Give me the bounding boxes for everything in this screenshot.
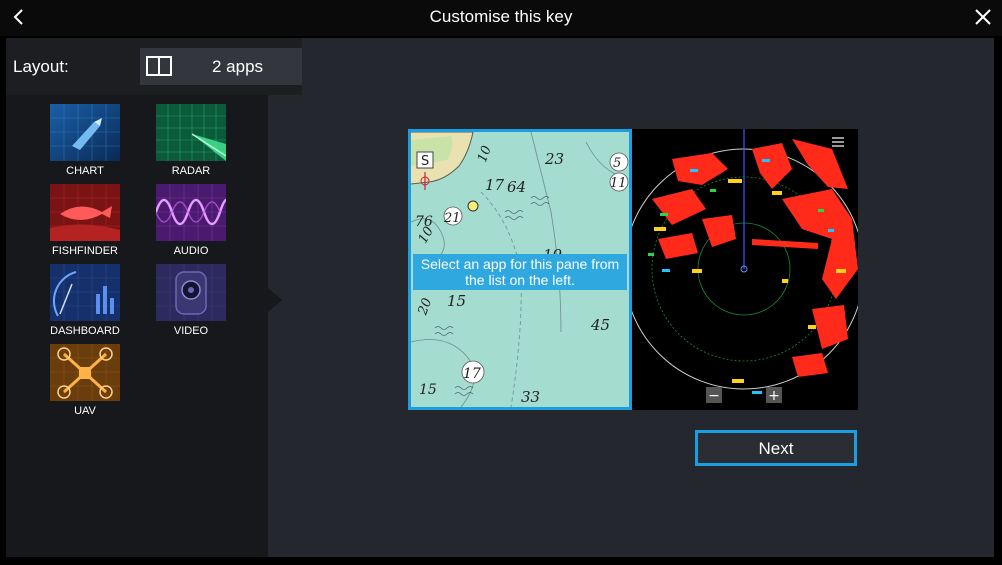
next-label: Next <box>758 439 794 458</box>
app-tile-uav[interactable]: UAV <box>47 344 123 422</box>
layout-row: Layout: 2 apps <box>6 38 302 95</box>
chart-depth: 21 <box>443 211 461 226</box>
audio-app-icon <box>156 184 226 241</box>
page-title: Customise this key <box>429 7 573 26</box>
radar-zoom-out-label: − <box>708 388 720 404</box>
apps-panel: CHART RADAR FISHFINDER AUDIO DASHBOARD V… <box>6 95 268 557</box>
app-tile-chart[interactable]: CHART <box>47 104 123 182</box>
chart-depth: 5 <box>613 156 621 171</box>
app-tile-radar[interactable]: RADAR <box>153 104 229 182</box>
app-label-uav: UAV <box>74 405 96 417</box>
preview-pane-right[interactable]: − + <box>632 129 858 410</box>
chart-depth: 17 <box>463 366 481 382</box>
layout-picker[interactable]: 2 apps <box>140 48 302 85</box>
radar-preview-image: − + <box>632 129 858 410</box>
pane-hint: Select an app for this pane from the lis… <box>420 256 620 288</box>
app-label-video: VIDEO <box>173 325 209 337</box>
radar-app-icon <box>156 104 226 161</box>
chart-depth: 15 <box>419 382 437 398</box>
title-bar: Customise this key <box>0 0 1002 36</box>
panel-pointer <box>268 288 282 312</box>
app-tile-audio[interactable]: AUDIO <box>153 184 229 262</box>
chart-depth: 23 <box>544 150 564 168</box>
svg-text:S: S <box>421 154 429 169</box>
dashboard-app-icon <box>50 264 120 321</box>
app-tile-fishfinder[interactable]: FISHFINDER <box>47 184 123 262</box>
app-tile-video[interactable]: VIDEO <box>153 264 229 342</box>
close-icon <box>975 9 991 25</box>
chart-depth: 17 <box>485 176 505 194</box>
uav-app-icon <box>50 344 120 401</box>
chart-app-icon <box>50 104 120 161</box>
app-label-fishfinder: FISHFINDER <box>52 245 118 257</box>
close-button[interactable] <box>972 6 994 28</box>
main-area: Layout: 2 apps CHART RADAR FISHFINDER AU… <box>6 38 994 557</box>
chart-depth: 45 <box>590 316 610 334</box>
chart-depth: 33 <box>521 388 540 406</box>
video-app-icon <box>156 264 226 321</box>
app-tile-dashboard[interactable]: DASHBOARD <box>47 264 123 342</box>
chart-depth: 15 <box>447 292 466 310</box>
fishfinder-app-icon <box>50 184 120 241</box>
split-pane-icon <box>146 56 172 76</box>
layout-label: Layout: <box>13 57 69 76</box>
app-label-chart: CHART <box>66 165 104 177</box>
chart-depth: 64 <box>507 178 526 196</box>
layout-preview: S 23 10 17 64 5 11 76 21 10 20 15 45 17 … <box>408 129 858 410</box>
next-button[interactable]: Next <box>695 430 857 466</box>
app-label-dashboard: DASHBOARD <box>50 325 120 337</box>
pane-hint-box: Select an app for this pane from the lis… <box>413 254 627 290</box>
preview-pane-left[interactable]: S 23 10 17 64 5 11 76 21 10 20 15 45 17 … <box>408 129 632 410</box>
app-label-audio: AUDIO <box>173 245 209 257</box>
app-label-radar: RADAR <box>171 165 211 177</box>
chart-depth: 11 <box>610 176 627 191</box>
layout-value: 2 apps <box>212 57 264 76</box>
radar-zoom-in-label: + <box>768 388 780 404</box>
